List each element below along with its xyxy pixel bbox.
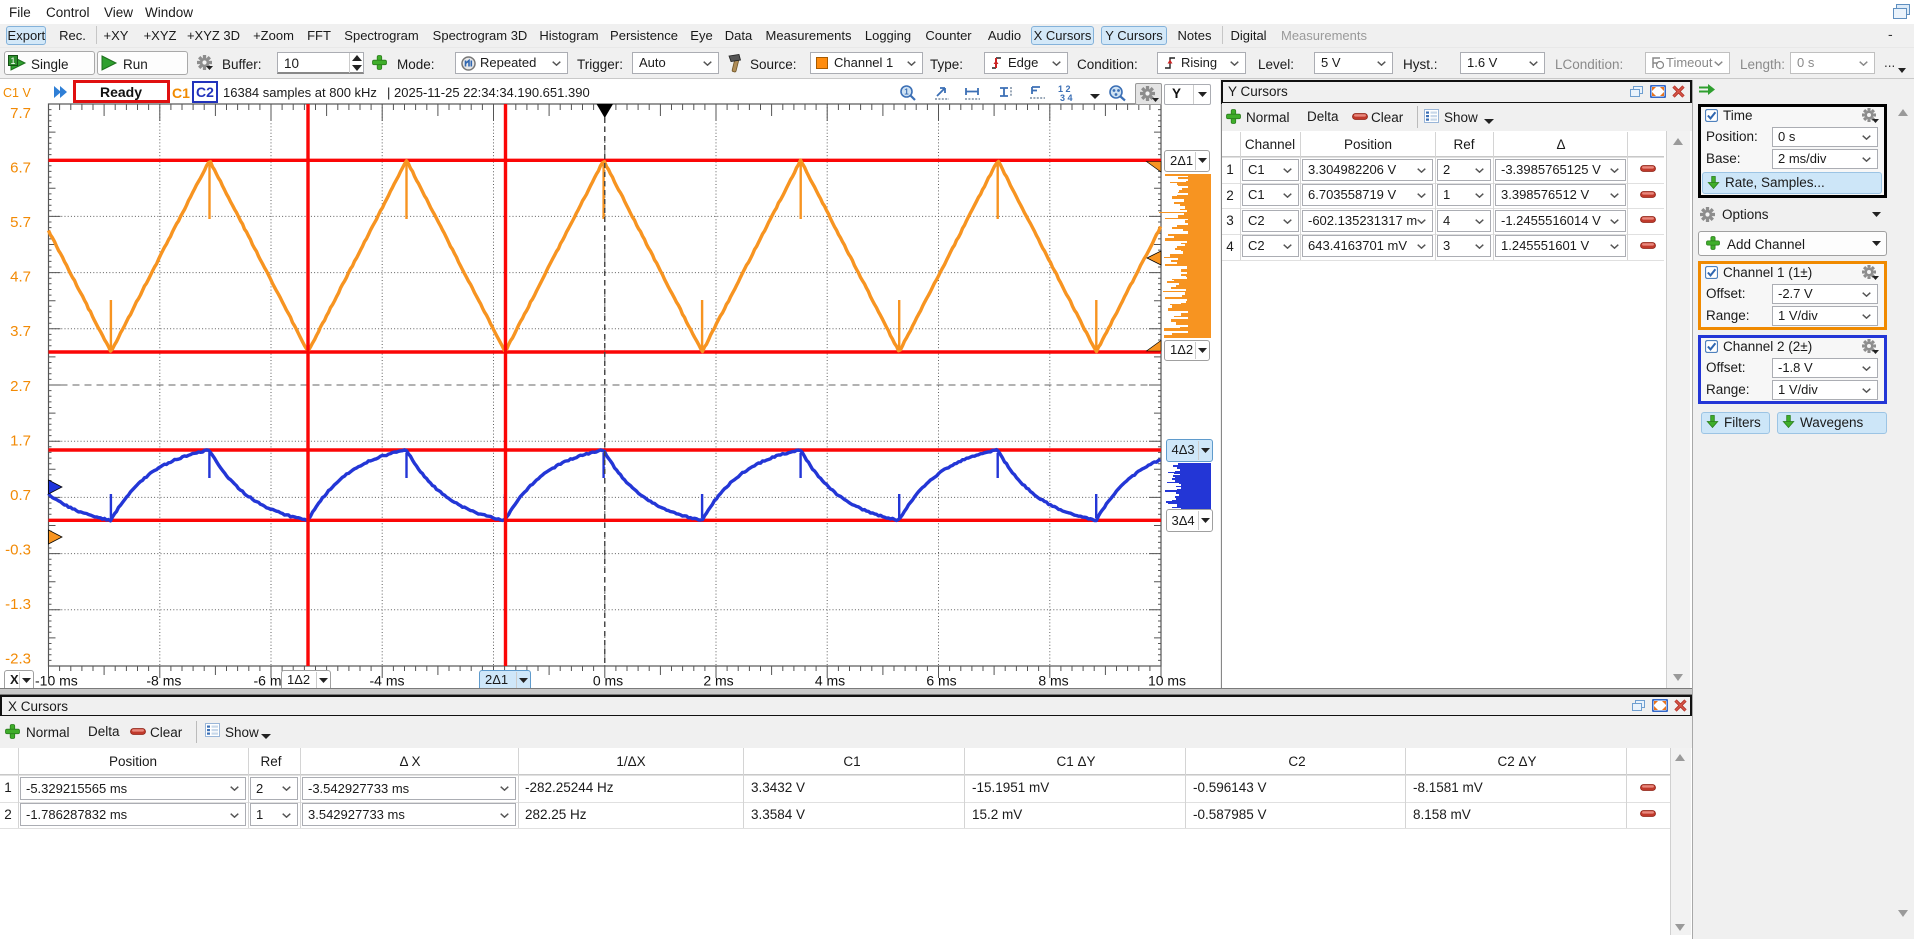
svg-text:6.7: 6.7 [10,159,31,176]
svg-text:1.7: 1.7 [10,432,31,449]
svg-text:8 ms: 8 ms [1038,673,1068,689]
svg-text:-4 ms: -4 ms [370,673,405,689]
svg-text:4 ms: 4 ms [815,673,845,689]
svg-text:-2.3: -2.3 [5,651,31,668]
svg-text:-10 ms: -10 ms [35,673,78,689]
svg-text:6 ms: 6 ms [926,673,956,689]
svg-text:0.7: 0.7 [10,487,31,504]
svg-text:3.7: 3.7 [10,323,31,340]
svg-text:4.7: 4.7 [10,269,31,286]
svg-text:1: 1 [904,88,909,97]
svg-text:2.7: 2.7 [10,378,31,395]
svg-text:2 ms: 2 ms [703,673,733,689]
svg-text:-1.3: -1.3 [5,596,31,613]
svg-text:0 ms: 0 ms [593,673,623,689]
svg-text:-0.3: -0.3 [5,542,31,559]
svg-text:-8 ms: -8 ms [146,673,181,689]
svg-text:5.7: 5.7 [10,214,31,231]
svg-text:3 4: 3 4 [1060,93,1073,103]
svg-text:10 ms: 10 ms [1148,673,1186,689]
svg-text:7.7: 7.7 [10,105,31,122]
